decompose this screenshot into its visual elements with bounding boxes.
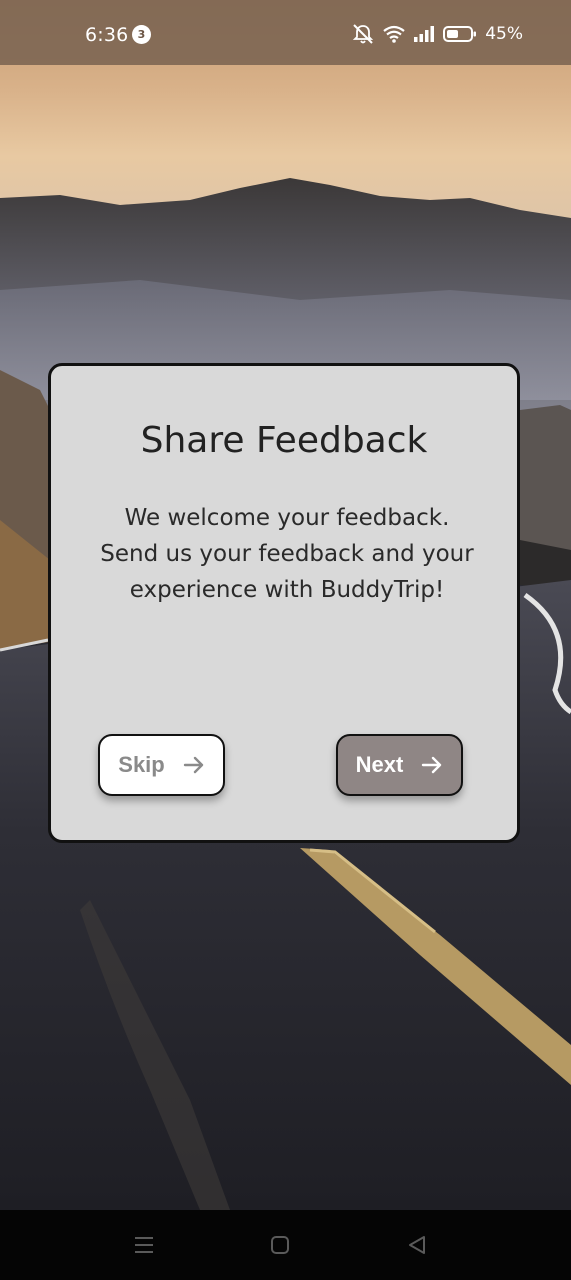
dialog-message: We welcome your feedback. Send us your f… [71, 500, 503, 608]
signal-icon [414, 26, 435, 42]
dialog-message-line: Send us your feedback and your [100, 541, 474, 567]
mute-icon [353, 24, 374, 44]
dialog-message-line: We welcome your feedback. [124, 505, 450, 531]
next-button-label: Next [355, 752, 404, 777]
notification-count-badge: 3 [132, 25, 151, 44]
arrow-right-icon [422, 756, 442, 774]
feedback-dialog: Share Feedback We welcome your feedback.… [48, 363, 520, 843]
dialog-message-line: experience with BuddyTrip! [129, 577, 445, 603]
battery-icon [443, 26, 477, 42]
status-icons: 45% [351, 23, 523, 45]
back-icon[interactable] [405, 1233, 429, 1257]
menu-icon[interactable] [132, 1233, 156, 1257]
status-bar: 6:36 3 45% [0, 0, 571, 65]
arrow-right-icon [183, 756, 203, 774]
battery-percentage: 45% [485, 24, 523, 44]
status-time: 6:36 [85, 24, 129, 46]
system-nav-bar [0, 1210, 571, 1280]
skip-button-label: Skip [118, 752, 165, 777]
wifi-icon [383, 25, 405, 43]
next-button[interactable]: Next [336, 734, 463, 796]
dialog-title: Share Feedback [140, 420, 428, 461]
app-screen: 6:36 3 45% Share Feedback We welcome you… [0, 0, 571, 1280]
skip-button[interactable]: Skip [98, 734, 225, 796]
home-icon[interactable] [268, 1233, 292, 1257]
